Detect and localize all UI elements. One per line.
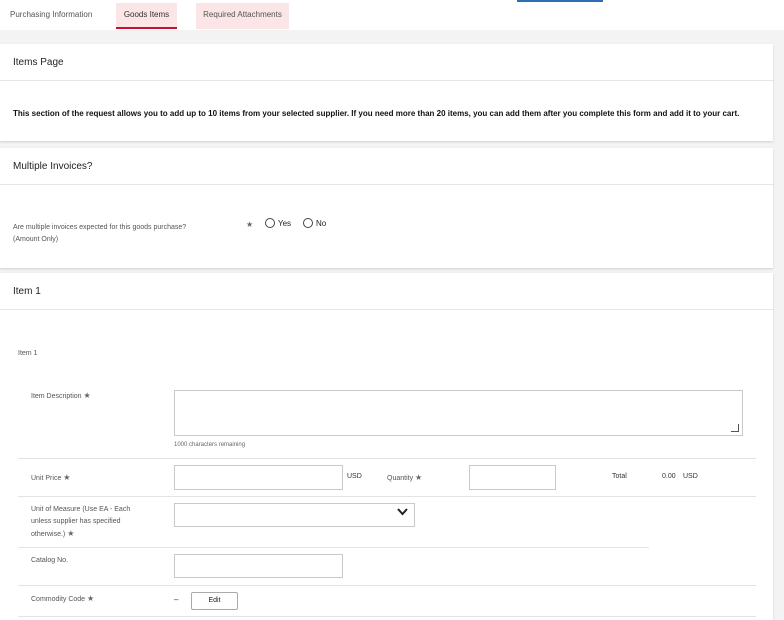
chevron-down-icon[interactable] [397,508,408,519]
radio-no-label: No [316,218,327,228]
item-subtitle: Item 1 [18,350,38,357]
radio-no[interactable]: No [303,218,326,228]
label-text-line1: Unit of Measure (Use EA - Each [31,506,131,513]
quantity-label: Quantity ★ [387,472,447,485]
divider [18,616,756,617]
item-1-section: Item 1 Item 1 Item Description ★ 1000 ch… [0,273,773,620]
resize-handle-icon[interactable] [731,424,739,432]
required-star-icon: ★ [83,391,91,400]
label-text: Unit Price [31,475,62,482]
label-text: Item Description [31,393,82,400]
required-star-icon: ★ [246,220,254,229]
required-star-icon: ★ [63,473,71,482]
radio-yes-label: Yes [278,218,292,228]
item-description-textarea[interactable] [174,390,743,436]
characters-remaining: 1000 characters remaining [174,442,246,448]
required-star-icon: ★ [87,594,95,603]
unit-price-input[interactable] [174,465,343,490]
section-title: Items Page [0,44,773,81]
quantity-input[interactable] [469,465,556,490]
required-star-icon: ★ [415,473,423,482]
required-star-icon: ★ [67,529,75,538]
divider [18,585,756,586]
divider [18,496,756,497]
label-text-line3: otherwise.) [31,531,66,538]
tab-indicator-line [517,0,603,2]
radio-circle-icon[interactable] [265,218,275,228]
radio-circle-icon[interactable] [303,218,313,228]
divider [18,458,756,459]
tab-purchasing-information[interactable]: Purchasing Information [0,3,100,29]
section-title: Multiple Invoices? [0,148,773,185]
items-page-section: Items Page This section of the request a… [0,44,773,141]
multiple-invoices-section: Multiple Invoices? Are multiple invoices… [0,148,773,268]
unit-of-measure-label: Unit of Measure (Use EA - Each unless su… [31,504,156,541]
total-value: 0.00 [662,473,676,480]
radio-yes[interactable]: Yes [265,218,291,228]
commodity-code-label: Commodity Code ★ [31,593,156,606]
label-text: Quantity [387,475,414,482]
tab-required-attachments[interactable]: Required Attachments [196,3,289,29]
commodity-code-value: – [174,595,179,604]
tab-bar: Purchasing Information Goods Items Requi… [0,0,784,30]
total-currency: USD [683,473,698,480]
total-label: Total [612,473,627,480]
tab-goods-items[interactable]: Goods Items [116,3,177,29]
catalog-number-input[interactable] [174,554,343,578]
unit-price-currency: USD [347,473,362,480]
items-page-note: This section of the request allows you t… [13,109,740,118]
question-subtext: (Amount Only) [13,236,59,243]
divider [18,547,649,548]
label-text: Commodity Code [31,596,86,603]
multiple-invoices-question: Are multiple invoices expected for this … [13,222,233,246]
unit-price-label: Unit Price ★ [31,472,156,485]
question-text: Are multiple invoices expected for this … [13,224,187,231]
edit-commodity-button[interactable]: Edit [191,592,238,610]
item-description-label: Item Description ★ [31,390,156,403]
catalog-number-label: Catalog No. [31,557,68,564]
label-text-line2: unless supplier has specified [31,518,121,525]
section-title: Item 1 [0,273,773,310]
unit-of-measure-select[interactable] [174,503,415,527]
